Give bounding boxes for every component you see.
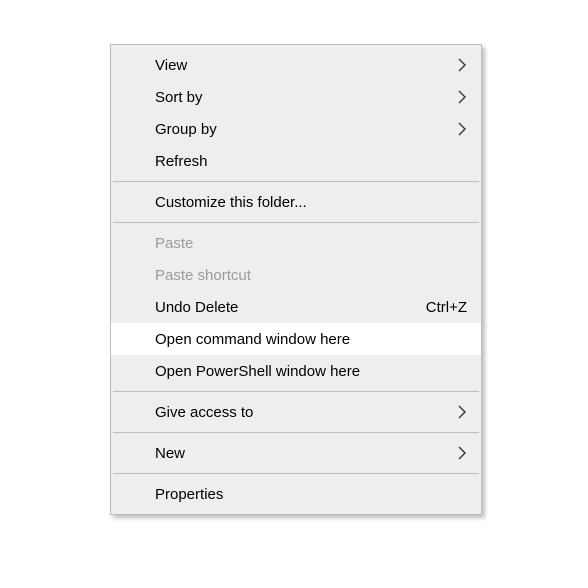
menu-item-label: Open PowerShell window here bbox=[155, 363, 467, 380]
menu-item-shortcut: Ctrl+Z bbox=[426, 299, 467, 316]
menu-separator bbox=[113, 222, 479, 223]
menu-item[interactable]: Sort by bbox=[111, 81, 481, 113]
chevron-right-icon bbox=[457, 89, 467, 105]
menu-item[interactable]: Undo Delete Ctrl+Z bbox=[111, 291, 481, 323]
menu-item-label: Paste bbox=[155, 235, 467, 252]
menu-separator bbox=[113, 432, 479, 433]
menu-item-label: New bbox=[155, 445, 445, 462]
menu-item-label: Group by bbox=[155, 121, 445, 138]
menu-item-label: Give access to bbox=[155, 404, 445, 421]
menu-item-label: Paste shortcut bbox=[155, 267, 467, 284]
menu-item: Paste bbox=[111, 227, 481, 259]
menu-item-label: Open command window here bbox=[155, 331, 467, 348]
menu-item: Paste shortcut bbox=[111, 259, 481, 291]
menu-item[interactable]: Open PowerShell window here bbox=[111, 355, 481, 387]
context-menu: View Sort by Group by Refresh Customize this… bbox=[110, 44, 482, 515]
menu-item[interactable]: New bbox=[111, 437, 481, 469]
menu-item-label: View bbox=[155, 57, 445, 74]
menu-separator bbox=[113, 473, 479, 474]
menu-item-label: Sort by bbox=[155, 89, 445, 106]
menu-item-label: Refresh bbox=[155, 153, 467, 170]
menu-item[interactable]: Group by bbox=[111, 113, 481, 145]
menu-item[interactable]: View bbox=[111, 49, 481, 81]
chevron-right-icon bbox=[457, 445, 467, 461]
menu-item[interactable]: Refresh bbox=[111, 145, 481, 177]
menu-item-label: Properties bbox=[155, 486, 467, 503]
menu-item[interactable]: Customize this folder... bbox=[111, 186, 481, 218]
menu-item[interactable]: Properties bbox=[111, 478, 481, 510]
menu-separator bbox=[113, 181, 479, 182]
menu-item-label: Undo Delete bbox=[155, 299, 414, 316]
menu-separator bbox=[113, 391, 479, 392]
chevron-right-icon bbox=[457, 404, 467, 420]
menu-item[interactable]: Give access to bbox=[111, 396, 481, 428]
menu-item-label: Customize this folder... bbox=[155, 194, 467, 211]
menu-item[interactable]: Open command window here bbox=[111, 323, 481, 355]
chevron-right-icon bbox=[457, 57, 467, 73]
chevron-right-icon bbox=[457, 121, 467, 137]
